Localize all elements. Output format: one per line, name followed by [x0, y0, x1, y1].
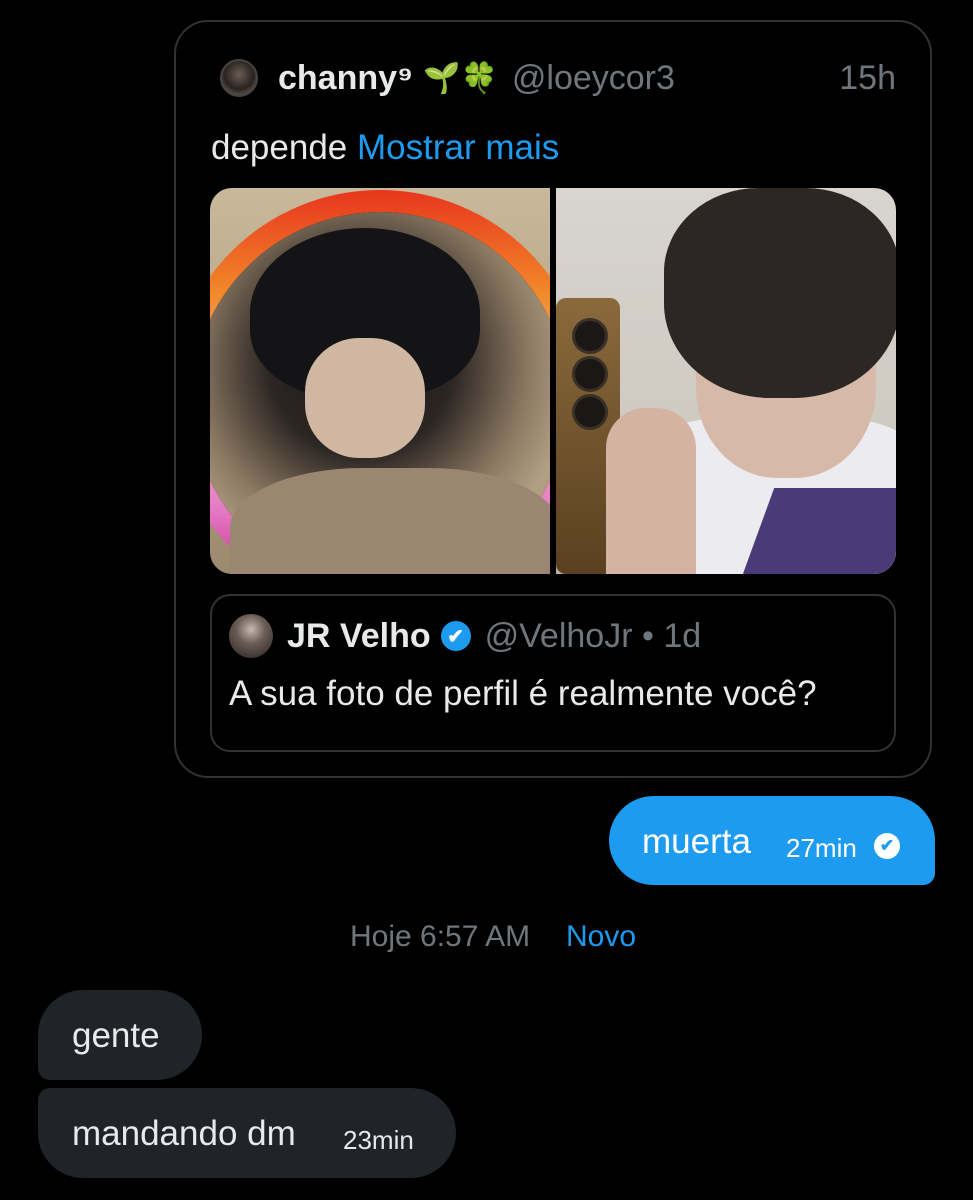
- quoted-timestamp: 1d: [663, 616, 702, 655]
- received-message-time: 23min: [343, 1125, 414, 1155]
- sent-message-text: muerta: [642, 822, 751, 861]
- received-message-text: gente: [72, 1016, 160, 1055]
- author-display-name[interactable]: channy⁹: [278, 59, 413, 98]
- received-message-text: mandando dm: [72, 1114, 296, 1153]
- tweet-text: depende Mostrar mais: [211, 128, 559, 168]
- new-messages-label: Novo: [566, 920, 637, 953]
- quoted-author-handle: @VelhoJr • 1d: [485, 617, 702, 656]
- verified-badge-icon: ✔: [440, 621, 471, 651]
- tweet-media-grid: [210, 188, 896, 574]
- camera-lens-icon: [572, 356, 608, 392]
- tweet-timestamp: 15h: [839, 58, 896, 97]
- author-handle[interactable]: @loeycor3: [512, 59, 675, 98]
- quoted-tweet-header: JR Velho ✔ @VelhoJr • 1d: [229, 614, 701, 658]
- quoted-author-avatar: [229, 614, 273, 658]
- show-more-link[interactable]: Mostrar mais: [357, 128, 559, 167]
- photo-hand: [606, 408, 696, 574]
- quoted-tweet-text: A sua foto de perfil é realmente você?: [229, 674, 817, 713]
- date-divider: Hoje 6:57 AM: [350, 920, 531, 953]
- author-avatar[interactable]: [220, 59, 258, 97]
- sent-message-time: 27min: [786, 833, 857, 863]
- camera-lens-icon: [572, 394, 608, 430]
- shared-tweet-header: channy⁹ 🌱🍀 @loeycor3 15h: [220, 58, 900, 98]
- author-name-emojis: 🌱🍀: [423, 61, 498, 95]
- quoted-separator: •: [641, 616, 654, 655]
- quoted-author-name: JR Velho: [287, 616, 431, 655]
- quoted-handle-text: @VelhoJr: [484, 616, 633, 655]
- media-photo-2[interactable]: [556, 188, 896, 574]
- photo-face: [305, 338, 425, 458]
- photo-sweater: [230, 468, 550, 574]
- photo-hair: [664, 188, 896, 398]
- tweet-body: depende: [211, 128, 348, 167]
- camera-lens-icon: [572, 318, 608, 354]
- media-photo-1[interactable]: [210, 188, 550, 574]
- read-check-icon: ✔: [874, 833, 900, 859]
